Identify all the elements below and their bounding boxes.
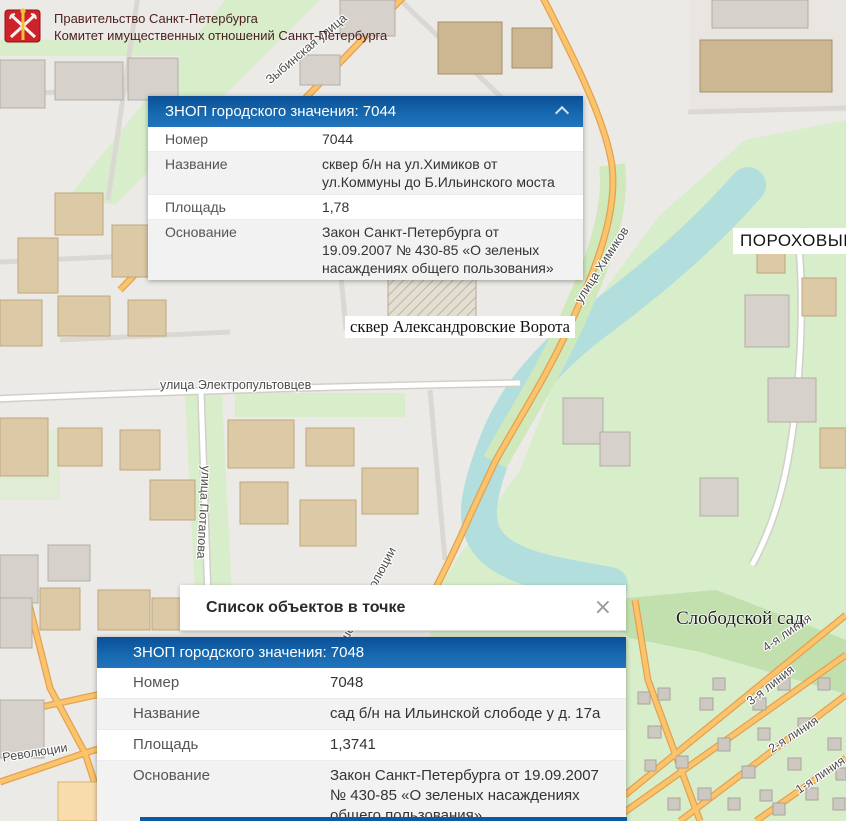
znop-7044-title: ЗНОП городского значения: 7044 <box>148 103 396 120</box>
park-label-slobodskoy-sad: Слободской сад <box>676 608 804 630</box>
row-label: Основание <box>148 223 322 277</box>
table-row: Площадь 1,3741 <box>97 729 626 760</box>
selected-object-label: сквер Александровские Ворота <box>345 316 575 338</box>
table-row: Номер 7044 <box>148 127 583 151</box>
znop-7048-panel: ЗНОП городского значения: 7048 Номер 704… <box>97 637 626 821</box>
row-value: 1,78 <box>322 198 583 216</box>
row-value: Закон Санкт-Петербурга от 19.09.2007 № 4… <box>330 766 626 821</box>
znop-7044-panel: ЗНОП городского значения: 7044 Номер 704… <box>148 96 583 280</box>
district-label-porokhovye: ПОРОХОВЫЕ <box>733 228 846 254</box>
table-row: Номер 7048 <box>97 668 626 698</box>
znop-7048-header[interactable]: ЗНОП городского значения: 7048 <box>97 637 626 668</box>
table-row: Основание Закон Санкт-Петербурга от 19.0… <box>148 219 583 280</box>
znop-7048-title: ЗНОП городского значения: 7048 <box>97 644 364 661</box>
row-value: сквер б/н на ул.Химиков от ул.Коммуны до… <box>322 155 583 191</box>
table-row: Название сад б/н на Ильинской слободе у … <box>97 698 626 729</box>
row-label: Площадь <box>148 198 322 216</box>
table-row: Основание Закон Санкт-Петербурга от 19.0… <box>97 760 626 821</box>
modal-title: Список объектов в точке <box>180 599 405 617</box>
row-label: Номер <box>97 673 330 693</box>
znop-7044-header[interactable]: ЗНОП городского значения: 7044 <box>148 96 583 127</box>
row-value: Закон Санкт-Петербурга от 19.09.2007 № 4… <box>322 223 583 277</box>
object-list-modal-header: Список объектов в точке × <box>180 585 626 631</box>
next-accordion-header-edge[interactable] <box>140 817 627 821</box>
branding-line2: Комитет имущественных отношений Санкт-Пе… <box>54 27 387 44</box>
row-value: 7048 <box>330 673 626 693</box>
row-label: Площадь <box>97 735 330 755</box>
table-row: Площадь 1,78 <box>148 194 583 219</box>
spb-coat-of-arms-icon <box>4 6 44 46</box>
app-window: Зыбинская улица улица Химиков улица Элек… <box>0 0 846 821</box>
table-row: Название сквер б/н на ул.Химиков от ул.К… <box>148 151 583 194</box>
government-branding: Правительство Санкт-Петербурга Комитет и… <box>4 6 387 46</box>
close-icon[interactable]: × <box>594 598 612 618</box>
row-label: Номер <box>148 130 322 148</box>
branding-line1: Правительство Санкт-Петербурга <box>54 10 387 27</box>
row-value: сад б/н на Ильинской слободе у д. 17а <box>330 704 626 724</box>
row-value: 7044 <box>322 130 583 148</box>
street-label-elektropultovtsev: улица Электропультовцев <box>160 378 311 392</box>
row-label: Название <box>97 704 330 724</box>
row-label: Название <box>148 155 322 191</box>
row-value: 1,3741 <box>330 735 626 755</box>
row-label: Основание <box>97 766 330 821</box>
chevron-up-icon[interactable] <box>555 106 569 120</box>
